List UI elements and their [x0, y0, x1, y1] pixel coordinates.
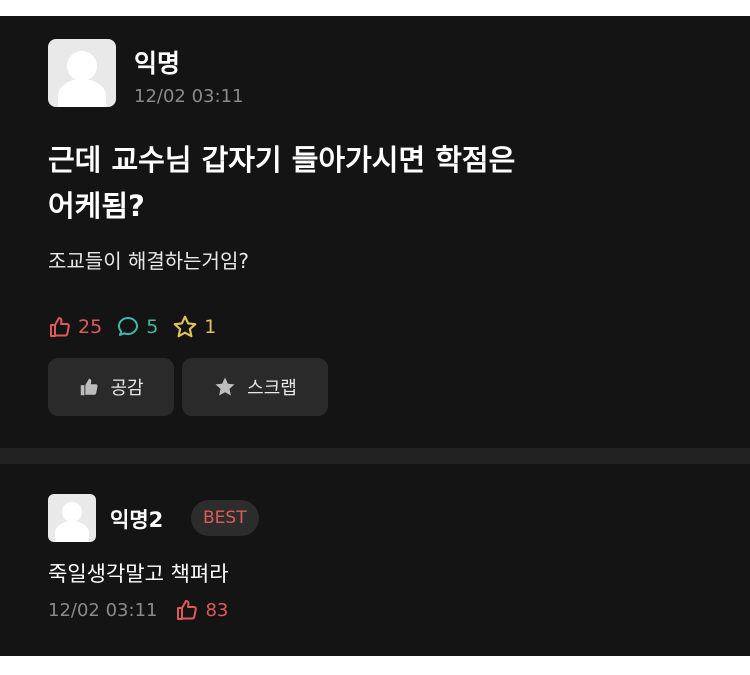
comment-like[interactable]: 83	[175, 598, 228, 622]
author-avatar[interactable]	[48, 39, 116, 107]
avatar-head	[67, 51, 97, 81]
speech-bubble-icon	[118, 317, 139, 336]
comment-count-value: 5	[146, 316, 159, 338]
post-author[interactable]: 익명	[134, 44, 180, 80]
comment-meta: 12/02 03:11 83	[48, 598, 228, 622]
like-button[interactable]: 공감	[48, 358, 174, 416]
thumbs-up-icon	[50, 317, 70, 337]
avatar-body	[58, 79, 106, 107]
post-title-line-2: 어케됨?	[48, 189, 145, 223]
avatar-head	[62, 502, 82, 522]
comment-item: 익명2 BEST 죽일생각말고 책펴라 12/02 03:11 83	[0, 464, 750, 656]
scrap-button-label: 스크랩	[247, 378, 297, 399]
avatar-body	[55, 521, 89, 542]
like-count-value: 25	[78, 316, 103, 338]
thumbs-up-icon	[177, 600, 198, 620]
comment-count: 5	[116, 315, 158, 339]
like-button-label: 공감	[110, 378, 144, 399]
scrap-count: 1	[172, 314, 216, 340]
best-badge: BEST	[191, 500, 259, 536]
star-icon	[173, 315, 197, 338]
post-title-line-1: 근데 교수님 갑자기 들아가시면 학점은	[48, 143, 516, 177]
thumbs-up-icon	[81, 378, 98, 396]
comment-author[interactable]: 익명2	[110, 504, 163, 534]
comment-text: 죽일생각말고 책펴라	[48, 562, 229, 586]
post-title: 근데 교수님 갑자기 들아가시면 학점은 어케됨?	[48, 137, 648, 229]
scrap-button[interactable]: 스크랩	[182, 358, 328, 416]
comment-timestamp: 12/02 03:11	[48, 599, 158, 621]
post-timestamp: 12/02 03:11	[134, 86, 244, 107]
post-body: 조교들이 해결하는거임?	[48, 249, 249, 273]
section-divider	[0, 448, 750, 464]
app-screen: 익명 12/02 03:11 근데 교수님 갑자기 들아가시면 학점은 어케됨?…	[0, 16, 750, 656]
post-stats: 25 5 1	[48, 313, 230, 341]
star-icon	[215, 377, 235, 396]
comment-avatar[interactable]	[48, 494, 96, 542]
comment-like-count: 83	[205, 599, 229, 621]
post: 익명 12/02 03:11 근데 교수님 갑자기 들아가시면 학점은 어케됨?…	[0, 16, 750, 448]
like-count: 25	[48, 315, 102, 339]
scrap-count-value: 1	[204, 316, 217, 338]
